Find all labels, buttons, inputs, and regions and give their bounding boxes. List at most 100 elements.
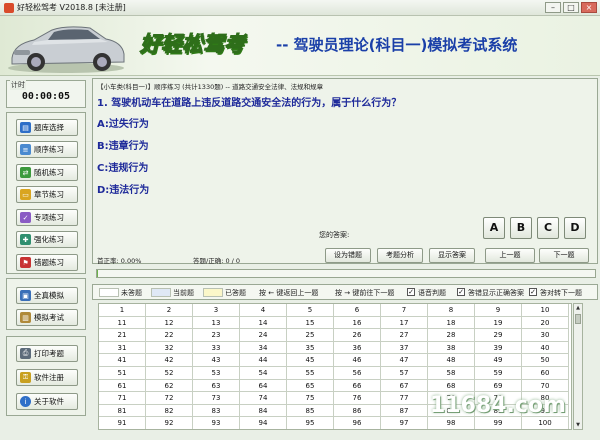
question-cell[interactable]: 26	[334, 329, 381, 342]
question-cell[interactable]: 12	[146, 316, 193, 330]
question-cell[interactable]: 17	[381, 316, 428, 330]
question-cell[interactable]: 39	[475, 341, 522, 355]
sidebar-item-question-bank[interactable]: ▤ 题库选择	[16, 119, 78, 136]
question-cell[interactable]: 27	[381, 329, 428, 342]
question-cell[interactable]: 65	[287, 379, 334, 393]
scroll-down-icon[interactable]: ▼	[574, 421, 582, 429]
question-cell[interactable]: 70	[522, 379, 569, 393]
question-cell[interactable]: 8	[428, 304, 475, 317]
question-cell[interactable]: 72	[146, 392, 193, 405]
question-cell[interactable]: 51	[99, 367, 146, 380]
question-cell[interactable]: 42	[146, 354, 193, 367]
question-cell[interactable]: 87	[381, 404, 428, 418]
question-cell[interactable]: 46	[334, 354, 381, 367]
question-cell[interactable]: 75	[287, 392, 334, 405]
scroll-thumb[interactable]	[575, 314, 581, 324]
auto-next-checkbox[interactable]: ✓	[529, 288, 537, 296]
question-cell[interactable]: 59	[475, 367, 522, 380]
question-cell[interactable]: 1	[99, 304, 146, 317]
question-cell[interactable]: 97	[381, 417, 428, 429]
sidebar-item-mock-exam[interactable]: ▥ 模拟考试	[16, 309, 78, 326]
question-cell[interactable]: 4	[240, 304, 287, 317]
question-cell[interactable]: 33	[193, 341, 240, 355]
question-cell[interactable]: 45	[287, 354, 334, 367]
question-cell[interactable]: 37	[381, 341, 428, 355]
question-cell[interactable]: 67	[381, 379, 428, 393]
question-cell[interactable]: 98	[428, 417, 475, 429]
question-analysis-button[interactable]: 考题分析	[377, 248, 423, 263]
question-cell[interactable]: 7	[381, 304, 428, 317]
question-cell[interactable]: 60	[522, 367, 569, 380]
question-cell[interactable]: 24	[240, 329, 287, 342]
question-cell[interactable]: 19	[475, 316, 522, 330]
voice-checkbox[interactable]: ✓	[407, 288, 415, 296]
question-cell[interactable]: 13	[193, 316, 240, 330]
question-cell[interactable]: 84	[240, 404, 287, 418]
question-cell[interactable]: 21	[99, 329, 146, 342]
option-b[interactable]: B:违章行为	[97, 137, 149, 152]
question-cell[interactable]: 99	[475, 417, 522, 429]
question-cell[interactable]: 16	[334, 316, 381, 330]
show-answer-button[interactable]: 显示答案	[429, 248, 475, 263]
show-correct-checkbox[interactable]: ✓	[457, 288, 465, 296]
sidebar-item-random[interactable]: ⇄ 随机练习	[16, 164, 78, 181]
answer-b-button[interactable]: B	[510, 217, 532, 239]
close-button[interactable]: ×	[581, 2, 597, 13]
option-d[interactable]: D:违法行为	[97, 181, 149, 196]
question-cell[interactable]: 100	[522, 417, 569, 429]
sidebar-item-chapter[interactable]: ▭ 章节练习	[16, 186, 78, 203]
sidebar-item-full-simulation[interactable]: ▣ 全真模拟	[16, 287, 78, 304]
question-cell[interactable]: 28	[428, 329, 475, 342]
question-cell[interactable]: 57	[381, 367, 428, 380]
question-cell[interactable]: 34	[240, 341, 287, 355]
sidebar-item-mistakes[interactable]: ⚑ 错题练习	[16, 254, 78, 271]
question-cell[interactable]: 61	[99, 379, 146, 393]
question-cell[interactable]: 64	[240, 379, 287, 393]
question-cell[interactable]: 58	[428, 367, 475, 380]
prev-question-button[interactable]: 上一题	[485, 248, 535, 263]
question-cell[interactable]: 5	[287, 304, 334, 317]
question-cell[interactable]: 32	[146, 341, 193, 355]
next-question-button[interactable]: 下一题	[539, 248, 589, 263]
question-cell[interactable]: 30	[522, 329, 569, 342]
question-cell[interactable]: 15	[287, 316, 334, 330]
question-cell[interactable]: 83	[193, 404, 240, 418]
question-cell[interactable]: 18	[428, 316, 475, 330]
question-cell[interactable]: 6	[334, 304, 381, 317]
question-cell[interactable]: 54	[240, 367, 287, 380]
mark-wrong-button[interactable]: 设为错题	[325, 248, 371, 263]
question-cell[interactable]: 2	[146, 304, 193, 317]
question-cell[interactable]: 95	[287, 417, 334, 429]
question-cell[interactable]: 14	[240, 316, 287, 330]
question-cell[interactable]: 94	[240, 417, 287, 429]
question-cell[interactable]: 36	[334, 341, 381, 355]
sidebar-item-print[interactable]: ⎙ 打印考题	[16, 345, 78, 362]
question-cell[interactable]: 49	[475, 354, 522, 367]
question-cell[interactable]: 62	[146, 379, 193, 393]
question-cell[interactable]: 56	[334, 367, 381, 380]
question-cell[interactable]: 40	[522, 341, 569, 355]
answer-a-button[interactable]: A	[483, 217, 505, 239]
question-cell[interactable]: 86	[334, 404, 381, 418]
question-cell[interactable]: 38	[428, 341, 475, 355]
question-cell[interactable]: 85	[287, 404, 334, 418]
question-cell[interactable]: 44	[240, 354, 287, 367]
question-cell[interactable]: 9	[475, 304, 522, 317]
minimize-button[interactable]: –	[545, 2, 561, 13]
answer-d-button[interactable]: D	[564, 217, 586, 239]
question-cell[interactable]: 73	[193, 392, 240, 405]
question-cell[interactable]: 71	[99, 392, 146, 405]
question-cell[interactable]: 31	[99, 341, 146, 355]
question-cell[interactable]: 52	[146, 367, 193, 380]
question-cell[interactable]: 93	[193, 417, 240, 429]
question-cell[interactable]: 96	[334, 417, 381, 429]
question-cell[interactable]: 3	[193, 304, 240, 317]
question-cell[interactable]: 10	[522, 304, 569, 317]
question-cell[interactable]: 81	[99, 404, 146, 418]
question-cell[interactable]: 91	[99, 417, 146, 429]
question-cell[interactable]: 47	[381, 354, 428, 367]
question-cell[interactable]: 82	[146, 404, 193, 418]
sidebar-item-sequential[interactable]: ≡ 顺序练习	[16, 141, 78, 158]
question-cell[interactable]: 23	[193, 329, 240, 342]
question-cell[interactable]: 25	[287, 329, 334, 342]
